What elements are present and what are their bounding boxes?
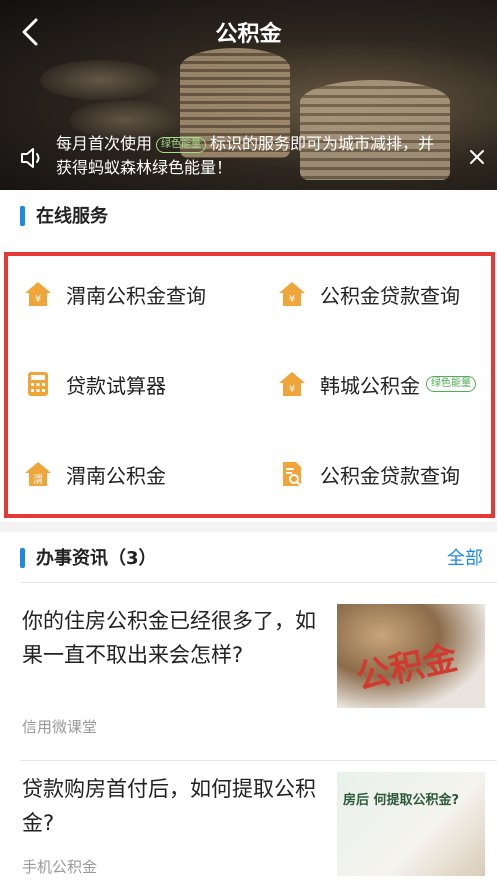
svg-text:¥: ¥: [289, 384, 295, 395]
news-title: 贷款购房首付后，如何提取公积金?: [22, 777, 316, 835]
section-header: 办事资讯（3） 全部: [0, 532, 497, 584]
section-title: 在线服务: [36, 206, 108, 227]
service-weinan-query[interactable]: ¥ 渭南公积金查询: [24, 274, 206, 314]
green-energy-tag: 绿色能量: [156, 137, 207, 153]
section-accent-bar: [20, 548, 25, 568]
close-icon[interactable]: [464, 144, 490, 170]
document-search-icon: [283, 462, 302, 487]
divider: [20, 760, 497, 761]
news-item[interactable]: 贷款购房首付后，如何提取公积金? 手机公积金 房后 何提取公积金?: [0, 762, 497, 881]
news-source: 信用微课堂: [22, 718, 98, 736]
service-grid: ¥ 渭南公积金查询 ¥ 公积金贷款查询 贷款试算器 ¥ 韩城公积金 绿色能量 渭: [4, 252, 495, 518]
news-item[interactable]: 你的住房公积金已经很多了，如果一直不取出来会怎样? 信用微课堂 公积金: [0, 584, 497, 774]
news-card: 办事资讯（3） 全部 你的住房公积金已经很多了，如果一直不取出来会怎样? 信用微…: [0, 532, 497, 881]
service-loan-query[interactable]: ¥ 公积金贷款查询: [278, 274, 460, 314]
service-label: 渭南公积金查询: [66, 283, 206, 308]
house-wei-icon: 渭: [25, 462, 51, 486]
house-yuan-icon: ¥: [25, 282, 51, 306]
svg-text:¥: ¥: [289, 294, 295, 305]
green-energy-badge: 绿色能量: [426, 376, 476, 392]
section-accent-bar: [20, 206, 25, 226]
service-label: 渭南公积金: [66, 463, 166, 488]
service-label: 公积金贷款查询: [320, 283, 460, 308]
service-label: 韩城公积金: [320, 373, 420, 398]
notice-line1-suffix: 标识的服务即可为城市减排，并: [210, 134, 435, 153]
thumbnail-text: 房后 何提取公积金?: [343, 793, 460, 808]
notice-line1-prefix: 每月首次使用: [56, 134, 153, 153]
news-source: 手机公积金: [22, 858, 98, 876]
house-yuan-icon: ¥: [279, 372, 305, 396]
news-title: 你的住房公积金已经很多了，如果一直不取出来会怎样?: [22, 609, 316, 667]
coin-image: [40, 60, 160, 100]
svg-text:¥: ¥: [35, 294, 41, 305]
speaker-icon: [21, 148, 40, 168]
thumbnail-text: 公积金: [352, 637, 461, 699]
service-label: 贷款试算器: [66, 373, 166, 398]
notice-text: 每月首次使用 绿色能量 标识的服务即可为城市减排，并 获得蚂蚁森林绿色能量！: [56, 132, 456, 180]
house-yuan-icon: ¥: [279, 282, 305, 306]
svg-text:渭: 渭: [33, 474, 43, 486]
service-weinan-fund[interactable]: 渭 渭南公积金: [24, 454, 166, 494]
view-all-link[interactable]: 全部: [447, 544, 483, 570]
service-loan-query-2[interactable]: 公积金贷款查询: [278, 454, 460, 494]
page-title: 公积金: [215, 22, 282, 47]
service-loan-calculator[interactable]: 贷款试算器: [24, 364, 166, 404]
section-title: 办事资讯（3）: [36, 548, 157, 569]
notice-line2: 获得蚂蚁森林绿色能量！: [56, 158, 233, 177]
divider: [20, 582, 497, 583]
news-thumbnail: 房后 何提取公积金?: [337, 772, 485, 876]
section-header: 在线服务: [0, 190, 497, 242]
news-thumbnail: 公积金: [337, 604, 485, 708]
notice-bar: 每月首次使用 绿色能量 标识的服务即可为城市减排，并 获得蚂蚁森林绿色能量！: [0, 126, 497, 190]
header-banner: 公积金 每月首次使用 绿色能量 标识的服务即可为城市减排，并 获得蚂蚁森林绿色能量！: [0, 0, 497, 190]
service-label: 公积金贷款查询: [320, 463, 460, 488]
calculator-icon: [28, 372, 48, 396]
service-hancheng-fund[interactable]: ¥ 韩城公积金 绿色能量: [278, 364, 476, 404]
